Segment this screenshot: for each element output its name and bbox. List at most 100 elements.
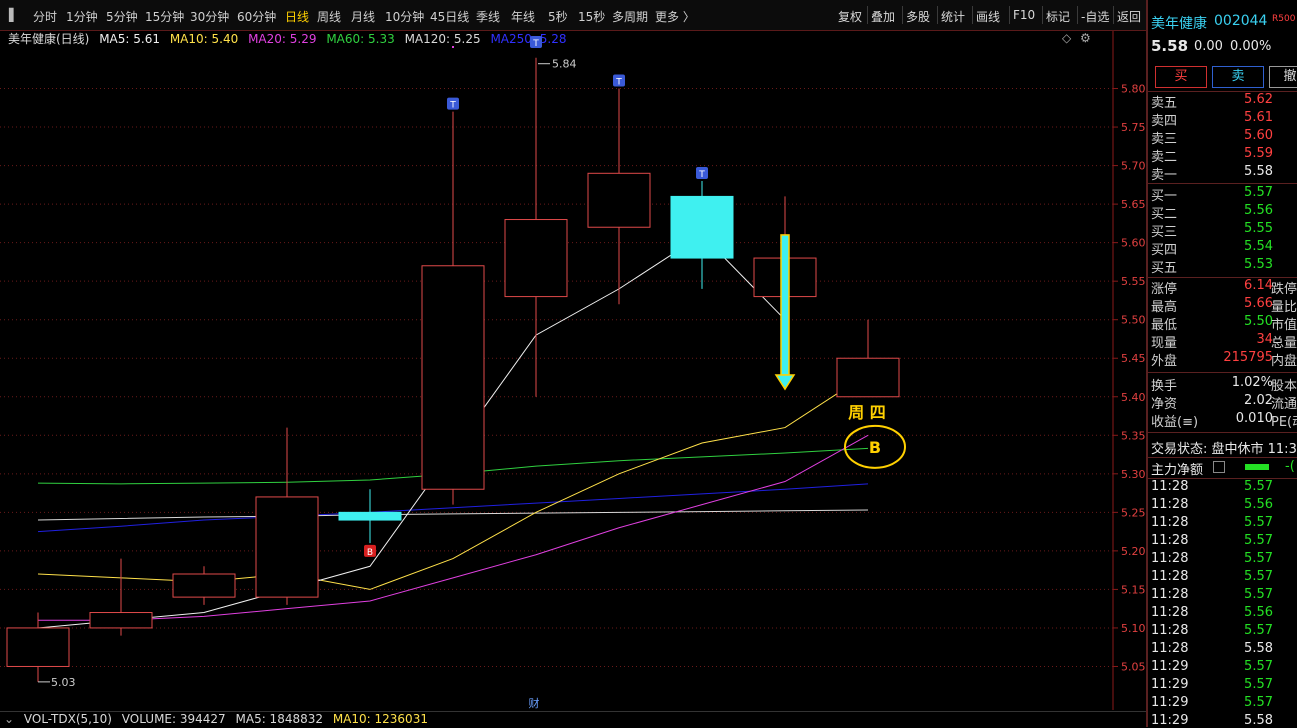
period-tab-0[interactable]: 分时 [33,8,57,25]
candle-body [6,627,70,667]
stat2-row-value: 2.02 [1244,393,1273,408]
toolbar-separator [867,6,868,24]
y-tick-label: 5.20 [1121,545,1146,558]
toolbar-button-5[interactable]: F10 [1013,8,1035,22]
y-tick-label: 5.35 [1121,429,1146,442]
menu-icon[interactable]: ▌ [9,8,18,22]
candle-body [587,172,651,228]
tick-row: 11:28 5.57 [1151,533,1297,551]
bid-row: 买二 5.56 [1151,203,1297,222]
vol-indicator-label[interactable]: VOL-TDX(5,10) [24,712,112,726]
stat-row-label: 最高 [1151,300,1178,315]
collapse-icon[interactable]: ⌄ [4,712,14,726]
period-tab-14[interactable]: 15秒 [578,8,605,25]
vol-volume: VOLUME: 394427 [121,712,226,726]
index-tag: R500 [1272,14,1296,24]
period-tab-3[interactable]: 15分钟 [145,8,184,25]
period-tab-8[interactable]: 月线 [351,8,375,25]
tick-price: 5.56 [1244,497,1273,512]
period-tab-15[interactable]: 多周期 [612,8,648,25]
period-tab-7[interactable]: 周线 [317,8,341,25]
toolbar-separator [972,6,973,24]
bid-row-label: 买四 [1151,243,1178,258]
table-icon[interactable] [1213,461,1225,473]
y-tick-label: 5.80 [1121,83,1146,96]
stat-row-value: 5.66 [1244,296,1273,311]
period-tab-13[interactable]: 5秒 [548,8,568,25]
tick-price: 5.57 [1244,515,1273,530]
weekday-label: 周 四 [848,403,886,422]
stat-row-value: 5.50 [1244,314,1273,329]
tick-time: 11:29 [1151,713,1189,727]
y-tick-label: 5.45 [1121,352,1146,365]
candle-body [670,195,734,259]
bid-row-value: 5.54 [1244,239,1273,254]
toolbar-button-1[interactable]: 叠加 [871,8,895,25]
sell-button[interactable]: 卖 [1212,66,1264,88]
period-tab-16[interactable]: 更多 〉 [655,8,695,25]
candle-body [421,265,485,490]
toolbar-button-4[interactable]: 画线 [976,8,1000,25]
candlestick-chart[interactable]: 5.05 5.10 5.15 5.20 5.25 5.30 5.35 5.40 5.45 5.50… [0,30,1146,710]
candle-body [255,496,319,598]
toolbar-button-3[interactable]: 统计 [941,8,965,25]
tick-price: 5.57 [1244,533,1273,548]
tick-price: 5.56 [1244,605,1273,620]
ask-row: 卖三 5.60 [1151,128,1297,147]
period-tab-4[interactable]: 30分钟 [190,8,229,25]
period-tab-12[interactable]: 年线 [511,8,535,25]
bid-row: 买一 5.57 [1151,185,1297,204]
stat-row: 现量 34 总量 [1151,332,1297,351]
bid-row: 买四 5.54 [1151,239,1297,258]
y-tick-label: 5.65 [1121,198,1146,211]
stat-row-label: 涨停 [1151,282,1178,297]
period-tab-11[interactable]: 季线 [476,8,500,25]
toolbar-button-2[interactable]: 多股 [906,8,930,25]
net-flow-label: 主力净额 [1151,463,1204,478]
down-arrow-head [774,374,796,391]
toolbar-button-0[interactable]: 复权 [838,8,862,25]
stat-row-label: 最低 [1151,318,1178,333]
ma120-line [37,509,869,521]
period-tab-5[interactable]: 60分钟 [237,8,276,25]
ask-row: 卖五 5.62 [1151,92,1297,111]
tick-time: 11:28 [1151,569,1189,584]
period-tab-9[interactable]: 10分钟 [385,8,424,25]
tick-price: 5.57 [1244,695,1273,710]
toolbar-button-7[interactable]: -自选 [1081,8,1109,25]
buy-button[interactable]: 买 [1155,66,1207,88]
y-tick-label: 5.50 [1121,314,1146,327]
y-tick-label: 5.10 [1121,622,1146,635]
tick-price: 5.57 [1244,569,1273,584]
cancel-order-button[interactable]: 撤 [1269,66,1297,88]
ask-row-value: 5.60 [1244,128,1273,143]
period-tab-2[interactable]: 5分钟 [106,8,138,25]
y-tick-label: 5.75 [1121,121,1146,134]
ask-row-label: 卖三 [1151,132,1178,147]
divider [1148,432,1297,433]
tick-row: 11:29 5.57 [1151,695,1297,713]
tick-time: 11:28 [1151,623,1189,638]
volume-info-bar: ⌄ VOL-TDX(5,10) VOLUME: 394427 MA5: 1848… [0,711,1146,728]
stat-row-label: 外盘 [1151,354,1178,369]
period-tab-1[interactable]: 1分钟 [66,8,98,25]
stat2-row-label2: 股本 [1271,379,1297,394]
toolbar-separator [1113,6,1114,24]
stat-row-label2: 市值 [1271,318,1297,333]
stat-row-value: 6.14 [1244,278,1273,293]
tick-price: 5.58 [1244,713,1273,727]
toolbar-button-8[interactable]: 返回 [1117,8,1141,25]
t-marker-label: T [449,101,456,111]
ask-row-label: 卖一 [1151,168,1178,183]
ma5-line [37,234,786,629]
net-flow-tail: -( [1285,459,1295,474]
stat-row-label: 现量 [1151,336,1178,351]
period-tab-10[interactable]: 45日线 [430,8,469,25]
y-tick-label: 5.05 [1121,660,1146,673]
tick-row: 11:28 5.58 [1151,641,1297,659]
divider [1148,372,1297,373]
period-tab-6[interactable]: 日线 [285,8,309,25]
toolbar-button-6[interactable]: 标记 [1046,8,1070,25]
stat2-row-label2: PE(动 [1271,415,1297,430]
tick-row: 11:28 5.57 [1151,623,1297,641]
